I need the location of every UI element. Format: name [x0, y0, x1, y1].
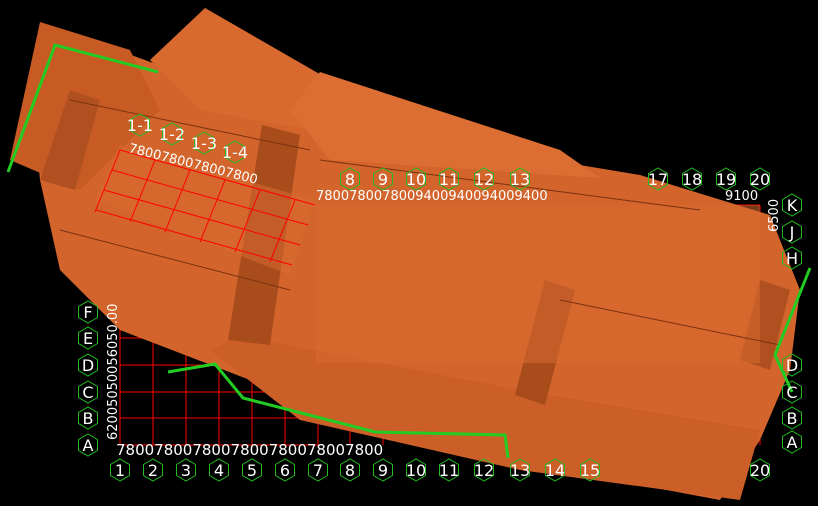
dimension-top-row-mid: 7800780078009400940094009400 [316, 189, 548, 204]
axis-label: C [82, 383, 93, 402]
axis-label: 5 [247, 461, 257, 480]
axis-label: 12 [474, 461, 494, 480]
axis-label: C [786, 383, 797, 402]
axis-label: B [787, 409, 798, 428]
axis-label: 8 [345, 461, 355, 480]
dimension-top-row-right: 9100 [725, 189, 758, 204]
right-axis-marker: D [782, 353, 802, 377]
bottom-axis-marker: 5 [242, 458, 262, 482]
bottom-axis-marker: 20 [750, 458, 770, 482]
axis-label: 10 [406, 461, 426, 480]
axis-label: 10 [406, 170, 426, 189]
left-axis-marker: C [78, 380, 98, 404]
left-axis-marker: E [78, 326, 98, 350]
sub-axis-marker: 1-2 [159, 122, 185, 146]
sub-axis-marker: 1-3 [191, 131, 217, 155]
top-axis-marker: 12 [474, 167, 494, 191]
axis-label: 6 [280, 461, 290, 480]
bottom-axis-marker: 15 [580, 458, 600, 482]
bottom-axis-marker: 14 [545, 458, 565, 482]
axis-label: 4 [214, 461, 224, 480]
bottom-axis-marker: 8 [340, 458, 360, 482]
top-axis-marker: 19 [716, 167, 736, 191]
right-axis-marker: B [782, 406, 802, 430]
bottom-axis-marker: 13 [510, 458, 530, 482]
axis-label: 9 [378, 170, 388, 189]
top-axis-marker: 18 [682, 167, 702, 191]
axis-label: 1-2 [159, 125, 185, 144]
axis-label: 1 [115, 461, 125, 480]
top-axis-marker: 10 [406, 167, 426, 191]
axis-label: A [787, 433, 798, 452]
axis-label: 13 [510, 461, 530, 480]
bottom-axis-marker: 9 [373, 458, 393, 482]
axis-label: B [83, 409, 94, 428]
axis-label: F [83, 303, 92, 322]
axis-label: 2 [148, 461, 158, 480]
axis-label: K [787, 196, 798, 215]
axis-label: 11 [439, 170, 459, 189]
axis-label: 20 [750, 170, 770, 189]
left-axis-markers: FEDCBA [78, 300, 98, 457]
axis-label: A [83, 436, 94, 455]
axis-label: 13 [510, 170, 530, 189]
axis-label: D [82, 356, 94, 375]
floor-panel-right [316, 205, 760, 363]
top-axis-marker: 11 [439, 167, 459, 191]
axis-label: 20 [750, 461, 770, 480]
left-axis-marker: B [78, 406, 98, 430]
3d-model-viewport[interactable]: 1 2 3 4 5 6 7 8 9 10 11 12 13 14 15 20 8 9 10 11 12 13 17 18 19… [0, 0, 818, 506]
axis-label: 11 [439, 461, 459, 480]
dimension-right-col: 6500 [767, 199, 782, 232]
bottom-axis-marker: 6 [275, 458, 295, 482]
axis-label: 15 [580, 461, 600, 480]
right-axis-marker: A [782, 430, 802, 454]
dimension-left-col: 62005050056050.00 [106, 304, 121, 440]
axis-label: 1-4 [222, 143, 248, 162]
right-axis-marker: C [782, 380, 802, 404]
top-axis-marker: 20 [750, 167, 770, 191]
dimension-bottom-row: 7800780078007800780078007800 [116, 441, 383, 459]
axis-label: 12 [474, 170, 494, 189]
axis-label: 8 [345, 170, 355, 189]
bottom-axis-marker: 10 [406, 458, 426, 482]
bottom-axis-marker: 7 [308, 458, 328, 482]
bottom-axis-marker: 12 [474, 458, 494, 482]
axis-label: 1-1 [127, 116, 153, 135]
right-axis-marker: H [782, 246, 802, 270]
bottom-axis-marker: 2 [143, 458, 163, 482]
right-axis-marker: J [782, 220, 802, 244]
right-axis-marker: K [782, 193, 802, 217]
axis-label: 9 [378, 461, 388, 480]
bottom-axis-marker: 11 [439, 458, 459, 482]
left-axis-marker: D [78, 353, 98, 377]
axis-label: J [789, 223, 795, 242]
axis-label: 3 [181, 461, 191, 480]
axis-label: 1-3 [191, 134, 217, 153]
left-axis-marker: A [78, 433, 98, 457]
axis-label: 17 [648, 170, 668, 189]
axis-label: 14 [545, 461, 565, 480]
sub-axis-marker: 1-4 [222, 140, 248, 164]
top-axis-marker: 17 [648, 167, 668, 191]
axis-label: H [786, 249, 798, 268]
bottom-axis-marker: 3 [176, 458, 196, 482]
left-axis-marker: F [78, 300, 98, 324]
axis-label: D [786, 356, 798, 375]
top-axis-marker: 13 [510, 167, 530, 191]
sub-axis-marker: 1-1 [127, 113, 153, 137]
bottom-axis-marker: 1 [110, 458, 130, 482]
axis-label: 19 [716, 170, 736, 189]
building-model[interactable] [10, 8, 800, 500]
bottom-axis-marker: 4 [209, 458, 229, 482]
axis-label: 18 [682, 170, 702, 189]
axis-label: E [83, 329, 93, 348]
axis-label: 7 [313, 461, 323, 480]
